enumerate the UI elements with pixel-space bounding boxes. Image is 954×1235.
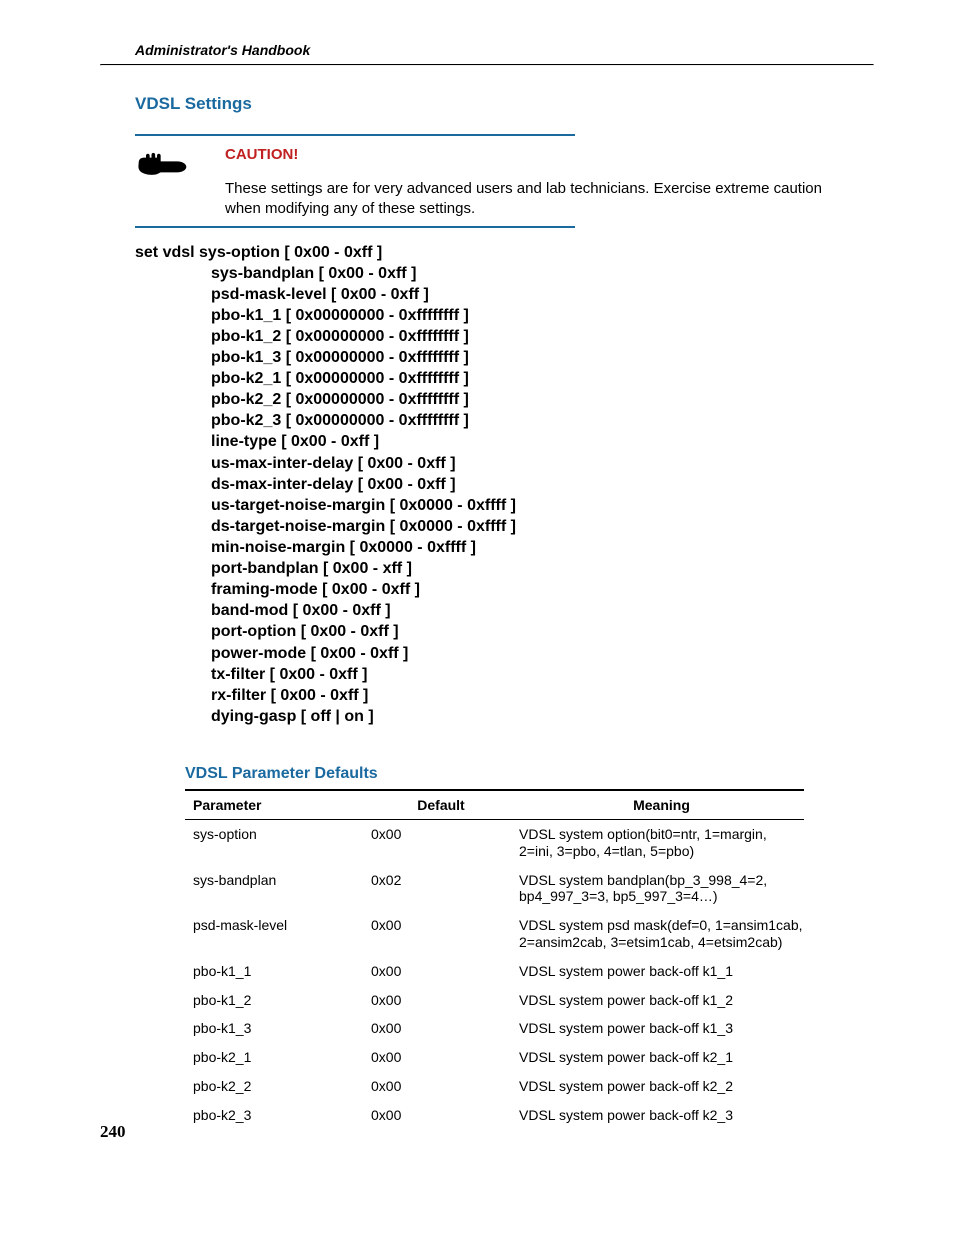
cmd-line: rx-filter [ 0x00 - 0xff ] xyxy=(135,685,874,706)
cell-default: 0x00 xyxy=(371,1049,519,1066)
cmd-line: pbo-k1_3 [ 0x00000000 - 0xffffffff ] xyxy=(135,347,874,368)
table-title: VDSL Parameter Defaults xyxy=(185,765,874,783)
caution-block: CAUTION! These settings are for very adv… xyxy=(135,134,839,228)
cmd-line: port-bandplan [ 0x00 - xff ] xyxy=(135,558,874,579)
table-row: pbo-k1_2 0x00 VDSL system power back-off… xyxy=(185,986,804,1015)
cmd-line: set vdsl sys-option [ 0x00 - 0xff ] xyxy=(135,242,874,263)
cell-param: pbo-k2_1 xyxy=(185,1049,371,1066)
cmd-line: sys-bandplan [ 0x00 - 0xff ] xyxy=(135,263,874,284)
pointing-hand-icon xyxy=(135,146,190,184)
header-default: Default xyxy=(371,797,519,813)
parameter-table: Parameter Default Meaning sys-option 0x0… xyxy=(185,789,804,1130)
cell-default: 0x00 xyxy=(371,917,519,951)
cmd-line: port-option [ 0x00 - 0xff ] xyxy=(135,621,874,642)
cmd-line: pbo-k2_1 [ 0x00000000 - 0xffffffff ] xyxy=(135,368,874,389)
table-row: pbo-k1_1 0x00 VDSL system power back-off… xyxy=(185,957,804,986)
cmd-line: framing-mode [ 0x00 - 0xff ] xyxy=(135,579,874,600)
cmd-line: power-mode [ 0x00 - 0xff ] xyxy=(135,643,874,664)
table-row: psd-mask-level 0x00 VDSL system psd mask… xyxy=(185,911,804,957)
cell-meaning: VDSL system power back-off k1_3 xyxy=(519,1020,804,1037)
page-number: 240 xyxy=(100,1122,126,1142)
top-rule xyxy=(100,64,874,66)
cmd-line: pbo-k1_2 [ 0x00000000 - 0xffffffff ] xyxy=(135,326,874,347)
cell-meaning: VDSL system power back-off k2_2 xyxy=(519,1078,804,1095)
cell-meaning: VDSL system power back-off k1_2 xyxy=(519,992,804,1009)
cmd-line: ds-max-inter-delay [ 0x00 - 0xff ] xyxy=(135,474,874,495)
table-row: pbo-k1_3 0x00 VDSL system power back-off… xyxy=(185,1014,804,1043)
table-header-row: Parameter Default Meaning xyxy=(185,791,804,820)
table-row: pbo-k2_1 0x00 VDSL system power back-off… xyxy=(185,1043,804,1072)
cmd-line: min-noise-margin [ 0x0000 - 0xffff ] xyxy=(135,537,874,558)
cmd-line: pbo-k2_3 [ 0x00000000 - 0xffffffff ] xyxy=(135,410,874,431)
cell-meaning: VDSL system power back-off k2_1 xyxy=(519,1049,804,1066)
cell-param: pbo-k1_3 xyxy=(185,1020,371,1037)
table-row: sys-option 0x00 VDSL system option(bit0=… xyxy=(185,820,804,866)
table-row: pbo-k2_2 0x00 VDSL system power back-off… xyxy=(185,1072,804,1101)
cmd-line: us-max-inter-delay [ 0x00 - 0xff ] xyxy=(135,453,874,474)
cmd-line: line-type [ 0x00 - 0xff ] xyxy=(135,431,874,452)
cell-meaning: VDSL system power back-off k1_1 xyxy=(519,963,804,980)
command-syntax-block: set vdsl sys-option [ 0x00 - 0xff ] sys-… xyxy=(135,242,874,728)
caution-label: CAUTION! xyxy=(225,146,839,163)
cell-default: 0x00 xyxy=(371,1020,519,1037)
table-row: pbo-k2_3 0x00 VDSL system power back-off… xyxy=(185,1101,804,1130)
caution-bar-bottom xyxy=(135,226,575,228)
cell-meaning: VDSL system power back-off k2_3 xyxy=(519,1107,804,1124)
cell-meaning: VDSL system bandplan(bp_3_998_4=2, bp4_9… xyxy=(519,872,804,906)
cmd-line: pbo-k1_1 [ 0x00000000 - 0xffffffff ] xyxy=(135,305,874,326)
cmd-line: tx-filter [ 0x00 - 0xff ] xyxy=(135,664,874,685)
cmd-line: band-mod [ 0x00 - 0xff ] xyxy=(135,600,874,621)
header-parameter: Parameter xyxy=(185,797,371,813)
cell-meaning: VDSL system option(bit0=ntr, 1=margin, 2… xyxy=(519,826,804,860)
cell-param: pbo-k1_2 xyxy=(185,992,371,1009)
cmd-line: psd-mask-level [ 0x00 - 0xff ] xyxy=(135,284,874,305)
cell-default: 0x00 xyxy=(371,1078,519,1095)
cell-default: 0x00 xyxy=(371,1107,519,1124)
running-head: Administrator's Handbook xyxy=(135,42,874,58)
cell-param: pbo-k2_2 xyxy=(185,1078,371,1095)
cell-default: 0x00 xyxy=(371,826,519,860)
table-row: sys-bandplan 0x02 VDSL system bandplan(b… xyxy=(185,866,804,912)
cell-param: pbo-k2_3 xyxy=(185,1107,371,1124)
cmd-line: pbo-k2_2 [ 0x00000000 - 0xffffffff ] xyxy=(135,389,874,410)
cell-param: sys-bandplan xyxy=(185,872,371,906)
cell-param: psd-mask-level xyxy=(185,917,371,951)
caution-body-text: These settings are for very advanced use… xyxy=(225,179,839,220)
cmd-line: us-target-noise-margin [ 0x0000 - 0xffff… xyxy=(135,495,874,516)
cell-default: 0x00 xyxy=(371,992,519,1009)
caution-bar-top xyxy=(135,134,575,136)
cell-param: sys-option xyxy=(185,826,371,860)
cell-default: 0x00 xyxy=(371,963,519,980)
section-title: VDSL Settings xyxy=(135,94,874,114)
cell-meaning: VDSL system psd mask(def=0, 1=ansim1cab,… xyxy=(519,917,804,951)
cell-param: pbo-k1_1 xyxy=(185,963,371,980)
cmd-line: dying-gasp [ off | on ] xyxy=(135,706,874,727)
cell-default: 0x02 xyxy=(371,872,519,906)
header-meaning: Meaning xyxy=(519,797,804,813)
cmd-line: ds-target-noise-margin [ 0x0000 - 0xffff… xyxy=(135,516,874,537)
